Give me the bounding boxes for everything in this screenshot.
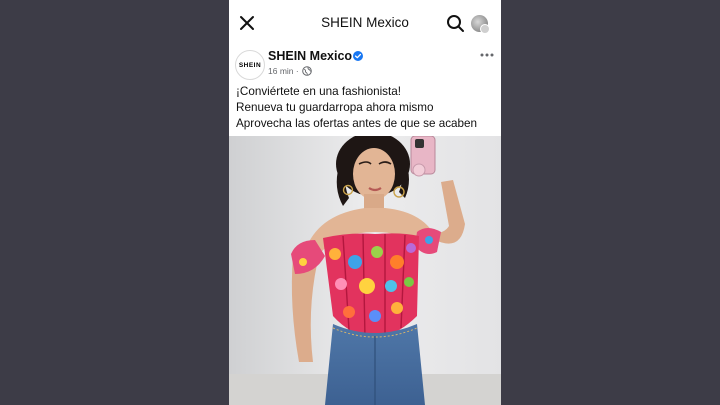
caption-line: ¡Conviértete en una fashionista! xyxy=(236,85,402,98)
top-bar: SHEIN Mexico xyxy=(229,0,501,46)
page-title: SHEIN Mexico xyxy=(321,15,409,30)
page-avatar[interactable]: SHEIN xyxy=(235,50,265,80)
post-header: SHEIN SHEIN Mexico 16 min · xyxy=(229,46,501,82)
close-icon[interactable] xyxy=(238,14,256,32)
avatar-status-dot xyxy=(480,24,490,34)
mobile-screen: SHEIN Mexico SHEIN SHEIN Mexico 16 min · xyxy=(229,0,501,405)
globe-icon xyxy=(302,66,312,76)
page-avatar-logo: SHEIN xyxy=(238,61,262,69)
post-timestamp: 16 min · xyxy=(268,66,299,76)
post-photo-illustration xyxy=(229,136,501,405)
post-photo[interactable] xyxy=(229,136,501,405)
profile-avatar[interactable] xyxy=(471,15,490,34)
verified-badge-icon xyxy=(353,51,363,61)
post-caption: ¡Conviértete en una fashionista! Renueva… xyxy=(236,84,498,132)
more-options-icon[interactable] xyxy=(479,50,495,60)
page-name-link[interactable]: SHEIN Mexico xyxy=(268,49,352,63)
caption-line: Renueva tu guardarropa ahora mismo xyxy=(236,101,434,114)
search-icon[interactable] xyxy=(446,14,465,33)
caption-line: Aprovecha las ofertas antes de que se ac… xyxy=(236,117,478,130)
